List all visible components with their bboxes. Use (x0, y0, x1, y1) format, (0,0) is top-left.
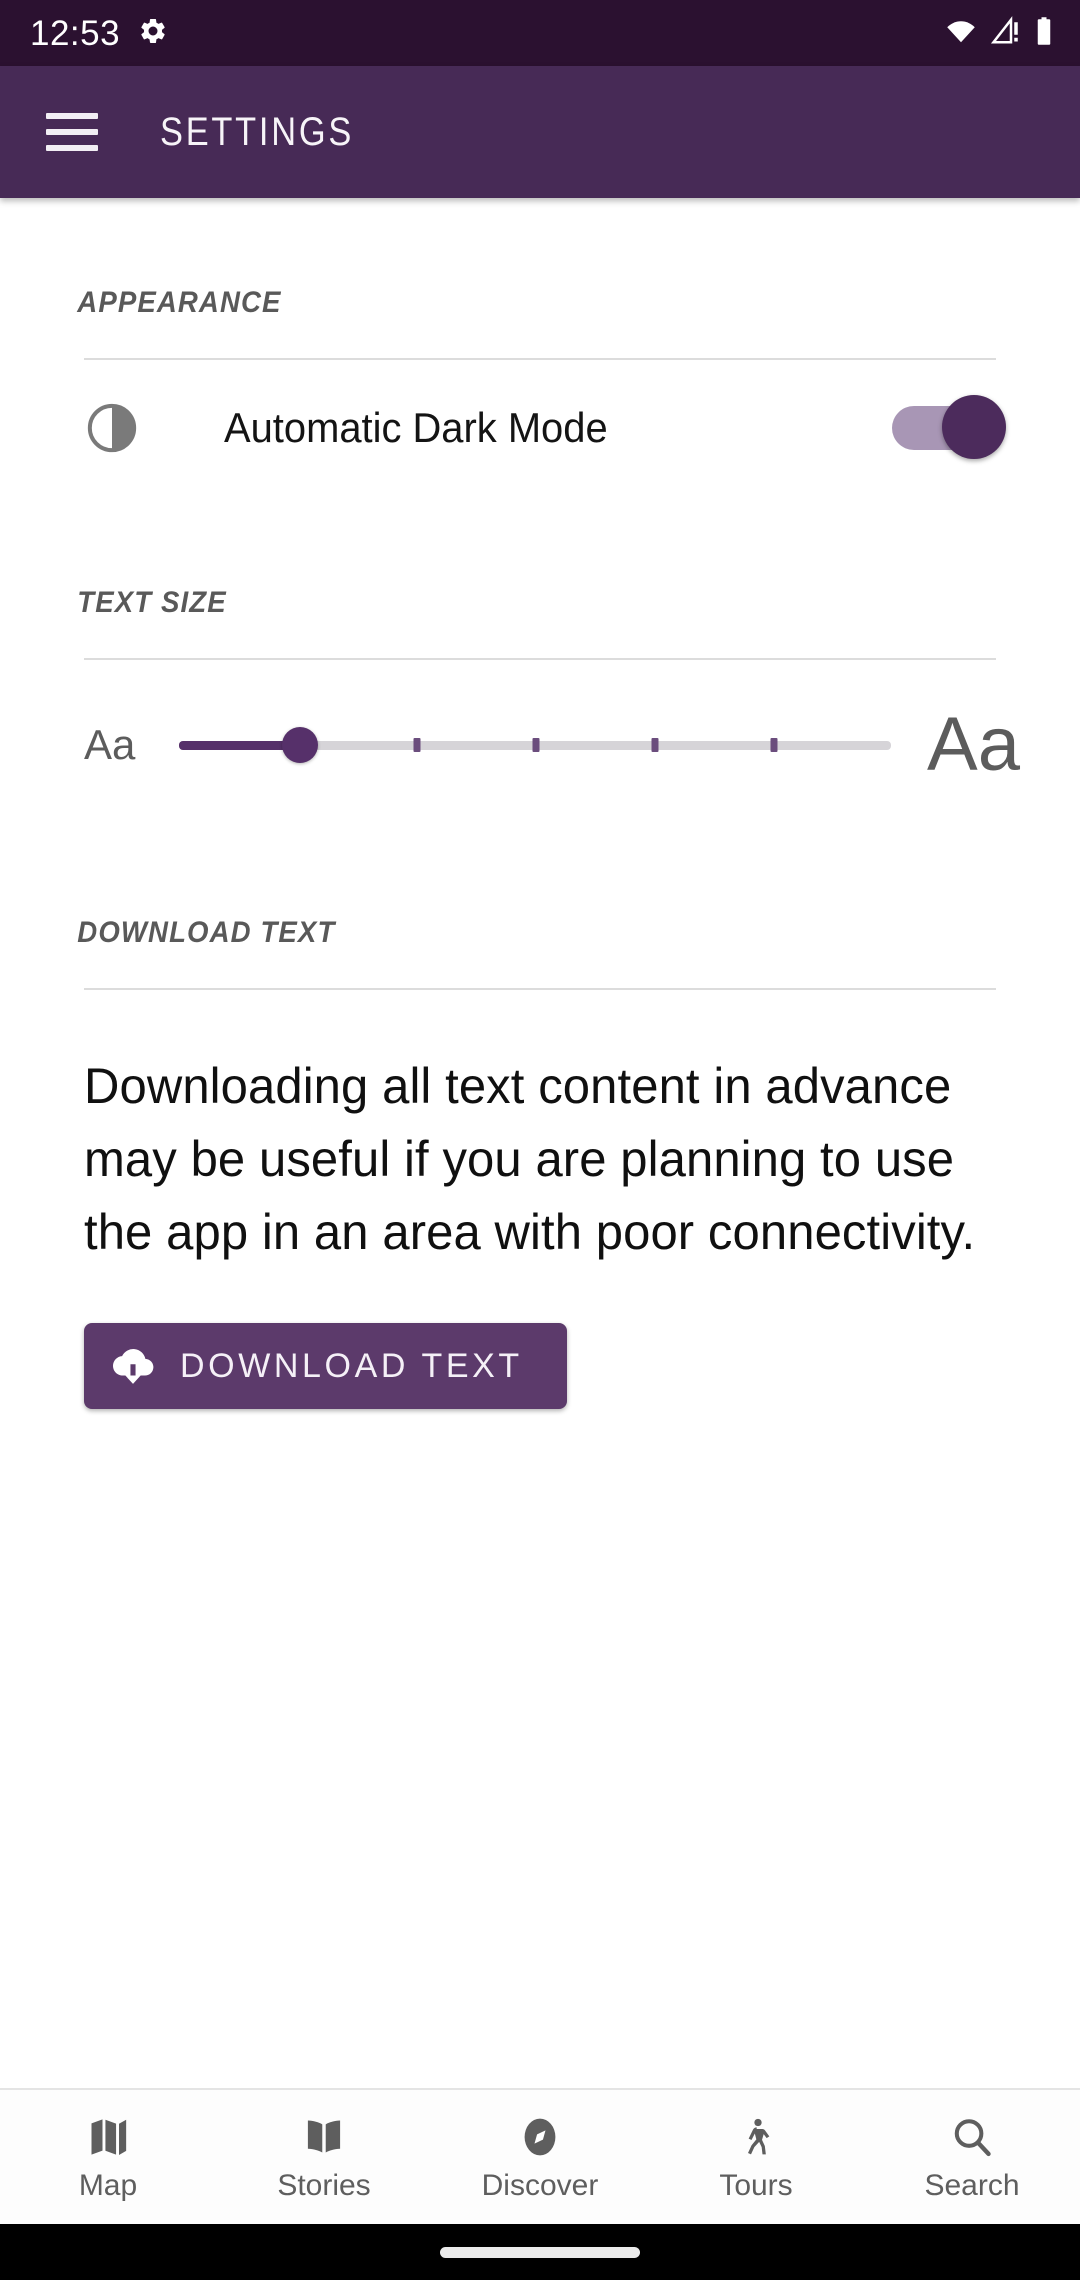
gesture-navigation-bar (0, 2224, 1080, 2280)
nav-item-discover[interactable]: Discover (432, 2090, 648, 2224)
app-bar: SETTINGS (0, 66, 1080, 198)
section-download-text: DOWNLOAD TEXT Downloading all text conte… (0, 830, 1080, 1409)
section-appearance: APPEARANCE Automatic Dark Mode (0, 198, 1080, 496)
slider-thumb[interactable] (282, 727, 319, 763)
status-bar-left: 12:53 (30, 16, 168, 51)
dark-mode-label: Automatic Dark Mode (224, 404, 608, 451)
hamburger-line (46, 113, 98, 119)
slider-tick (532, 738, 540, 752)
toggle-thumb (942, 395, 1006, 459)
gear-icon (138, 16, 168, 51)
bottom-navigation: Map Stories Discover Tours Search (0, 2088, 1080, 2224)
dark-mode-toggle[interactable] (892, 395, 1006, 461)
text-size-large-label: Aa (927, 702, 1020, 787)
compass-icon (518, 2113, 562, 2161)
settings-content: APPEARANCE Automatic Dark Mode TEXT SIZE (0, 198, 1080, 2088)
slider-tick (413, 738, 421, 752)
cloud-download-icon (110, 1345, 156, 1388)
section-header-appearance: APPEARANCE (77, 286, 282, 319)
download-button-label: DOWNLOAD TEXT (180, 1346, 523, 1385)
text-size-small-label: Aa (84, 721, 136, 768)
nav-label-search: Search (924, 2169, 1020, 2202)
battery-full-icon (1034, 16, 1054, 51)
section-text-size: TEXT SIZE Aa Aa (0, 496, 1080, 830)
slider-tick (770, 738, 778, 752)
hamburger-line (46, 145, 98, 151)
walking-person-icon (736, 2113, 776, 2161)
phone-screen: 12:53 SETTINGS APPEARANCE Automatic Dark… (0, 0, 1080, 2280)
nav-label-discover: Discover (481, 2169, 599, 2202)
search-icon (950, 2113, 994, 2161)
cellular-no-sim-icon (989, 15, 1023, 51)
nav-label-stories: Stories (277, 2169, 371, 2202)
nav-label-tours: Tours (719, 2169, 793, 2202)
download-text-button[interactable]: DOWNLOAD TEXT (84, 1323, 567, 1409)
nav-item-search[interactable]: Search (864, 2090, 1080, 2224)
row-text-size-slider: Aa Aa (0, 660, 1080, 830)
page-title: SETTINGS (160, 109, 355, 154)
download-description: Downloading all text content in advance … (84, 1058, 976, 1260)
nav-item-stories[interactable]: Stories (216, 2090, 432, 2224)
nav-item-tours[interactable]: Tours (648, 2090, 864, 2224)
hamburger-line (46, 129, 98, 135)
text-size-slider[interactable] (179, 713, 892, 777)
map-icon (86, 2113, 130, 2161)
status-bar-right (944, 15, 1054, 51)
home-gesture-pill[interactable] (440, 2246, 640, 2258)
wifi-icon (944, 16, 978, 51)
section-header-download-text: DOWNLOAD TEXT (77, 916, 336, 949)
section-header-text-size: TEXT SIZE (77, 586, 227, 619)
book-icon (301, 2113, 347, 2161)
hamburger-menu-icon[interactable] (46, 109, 102, 155)
section-divider (84, 988, 996, 990)
brightness-contrast-icon (84, 400, 140, 456)
nav-label-map: Map (78, 2169, 138, 2202)
nav-item-map[interactable]: Map (0, 2090, 216, 2224)
status-bar: 12:53 (0, 0, 1080, 66)
row-automatic-dark-mode[interactable]: Automatic Dark Mode (0, 360, 1080, 496)
status-clock: 12:53 (30, 13, 121, 53)
slider-tick (651, 738, 659, 752)
